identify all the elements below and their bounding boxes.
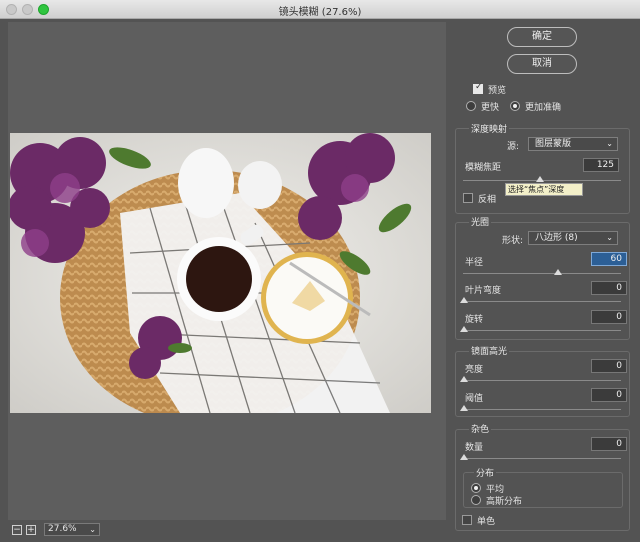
shape-label: 形状: — [502, 236, 524, 246]
zoom-level-select[interactable]: 27.6% ⌄ — [44, 523, 100, 536]
rotation-label: 旋转 — [465, 315, 484, 325]
brightness-input[interactable]: 0 — [591, 359, 627, 373]
iris-title: 光圈 — [469, 215, 492, 228]
chevron-down-icon: ⌄ — [606, 139, 613, 148]
radius-label: 半径 — [465, 258, 484, 268]
blur-focal-slider-handle[interactable] — [536, 176, 545, 182]
more-accurate-label: 更加准确 — [525, 103, 562, 113]
window-title: 镜头模糊 (27.6%) — [278, 7, 362, 18]
noise-title: 杂色 — [469, 422, 492, 435]
amount-slider-track[interactable] — [463, 458, 621, 459]
invert-checkbox[interactable] — [463, 193, 473, 203]
invert-label: 反相 — [478, 195, 497, 205]
source-label: 源: — [507, 142, 520, 152]
threshold-label: 阈值 — [465, 394, 484, 404]
source-value: 图层蒙版 — [535, 139, 572, 149]
specular-highlights-title: 镜面高光 — [469, 344, 510, 357]
threshold-input[interactable]: 0 — [591, 388, 627, 402]
monochromatic-label: 单色 — [477, 517, 496, 527]
title-bar: 镜头模糊 (27.6%) — [0, 0, 640, 19]
zoom-level-value: 27.6% — [48, 524, 77, 534]
rotation-slider-handle[interactable] — [460, 326, 468, 332]
threshold-slider-track[interactable] — [463, 409, 621, 410]
chevron-down-icon: ⌄ — [606, 233, 613, 242]
radius-input[interactable]: 60 — [591, 252, 627, 266]
gaussian-radio[interactable] — [471, 495, 481, 505]
zoom-bar: − + 27.6% ⌄ — [8, 522, 446, 538]
preview-photo-illustration — [10, 133, 431, 413]
faster-label: 更快 — [481, 103, 500, 113]
shape-value: 八边形 (8) — [535, 233, 578, 243]
ok-button[interactable]: 确定 — [507, 27, 577, 47]
depth-map-title: 深度映射 — [469, 122, 510, 135]
zoom-in-button[interactable]: + — [26, 525, 36, 535]
radius-slider-handle[interactable] — [553, 269, 562, 275]
amount-label: 数量 — [465, 443, 484, 453]
blade-curvature-slider-track[interactable] — [463, 301, 621, 302]
shape-select[interactable]: 八边形 (8) ⌄ — [528, 231, 618, 245]
faster-radio[interactable] — [466, 101, 476, 111]
amount-input[interactable]: 0 — [591, 437, 627, 451]
rotation-input[interactable]: 0 — [591, 310, 627, 324]
chevron-down-icon: ⌄ — [89, 525, 96, 534]
distribution-title: 分布 — [474, 466, 497, 479]
rotation-slider-track[interactable] — [463, 330, 621, 331]
source-select[interactable]: 图层蒙版 ⌄ — [528, 137, 618, 151]
blur-focal-tooltip: 选择“焦点”深度 — [505, 183, 583, 196]
blur-focal-input[interactable]: 125 — [583, 158, 619, 172]
blade-curvature-input[interactable]: 0 — [591, 281, 627, 295]
monochromatic-checkbox[interactable] — [462, 515, 472, 525]
blade-curvature-label: 叶片弯度 — [465, 286, 502, 296]
blur-focal-label: 模糊焦距 — [465, 163, 502, 173]
preview-label: 预览 — [488, 86, 507, 96]
preview-image — [10, 133, 431, 413]
preview-checkbox[interactable] — [473, 82, 483, 94]
threshold-slider-handle[interactable] — [460, 405, 468, 411]
amount-slider-handle[interactable] — [460, 454, 468, 460]
radius-slider-track[interactable] — [463, 273, 621, 274]
brightness-label: 亮度 — [465, 365, 484, 375]
uniform-radio[interactable] — [471, 483, 481, 493]
cancel-button[interactable]: 取消 — [507, 54, 577, 74]
zoom-out-button[interactable]: − — [12, 525, 22, 535]
gaussian-label: 高斯分布 — [486, 497, 523, 507]
more-accurate-radio[interactable] — [510, 101, 520, 111]
blade-curvature-slider-handle[interactable] — [460, 297, 468, 303]
brightness-slider-track[interactable] — [463, 380, 621, 381]
brightness-slider-handle[interactable] — [460, 376, 468, 382]
